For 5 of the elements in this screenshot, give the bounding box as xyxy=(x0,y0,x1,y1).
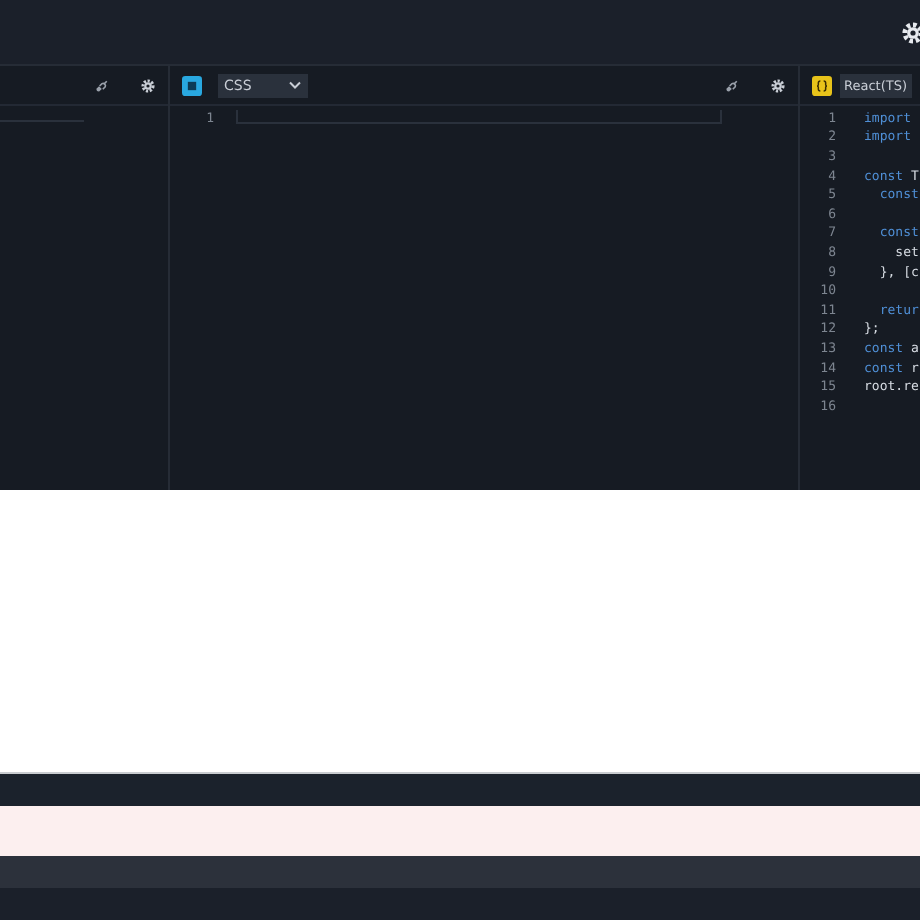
link-icon[interactable] xyxy=(724,77,740,93)
settings-icon[interactable] xyxy=(900,20,920,46)
settings-icon[interactable] xyxy=(140,77,156,93)
settings-icon[interactable] xyxy=(770,77,786,93)
link-icon[interactable] xyxy=(94,77,110,93)
